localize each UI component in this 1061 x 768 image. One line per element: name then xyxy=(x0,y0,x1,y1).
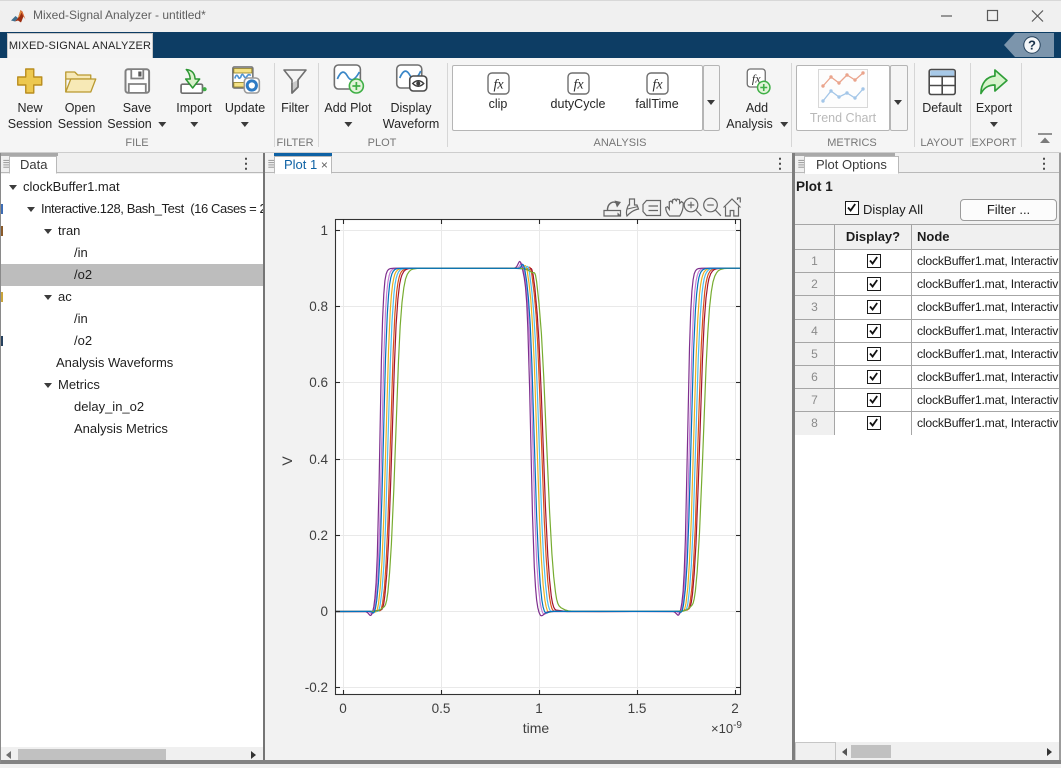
svg-text:0: 0 xyxy=(320,604,328,619)
svg-text:fx: fx xyxy=(573,78,584,93)
svg-text:fx: fx xyxy=(652,78,663,93)
svg-text:0.6: 0.6 xyxy=(309,375,328,390)
svg-text:1.5: 1.5 xyxy=(628,701,647,716)
svg-text:0.5: 0.5 xyxy=(432,701,451,716)
svg-text:0.4: 0.4 xyxy=(309,452,328,467)
svg-text:2: 2 xyxy=(731,701,739,716)
svg-text:V: V xyxy=(279,456,295,466)
svg-text:1: 1 xyxy=(320,223,328,238)
svg-text:0.8: 0.8 xyxy=(309,299,328,314)
svg-text:0: 0 xyxy=(339,701,347,716)
svg-text:×10-9: ×10-9 xyxy=(711,720,742,736)
svg-text:?: ? xyxy=(1028,38,1036,53)
svg-text:-0.2: -0.2 xyxy=(305,680,328,695)
svg-text:time: time xyxy=(523,720,550,736)
svg-text:0.2: 0.2 xyxy=(309,528,328,543)
svg-text:1: 1 xyxy=(535,701,543,716)
svg-text:fx: fx xyxy=(493,78,504,93)
